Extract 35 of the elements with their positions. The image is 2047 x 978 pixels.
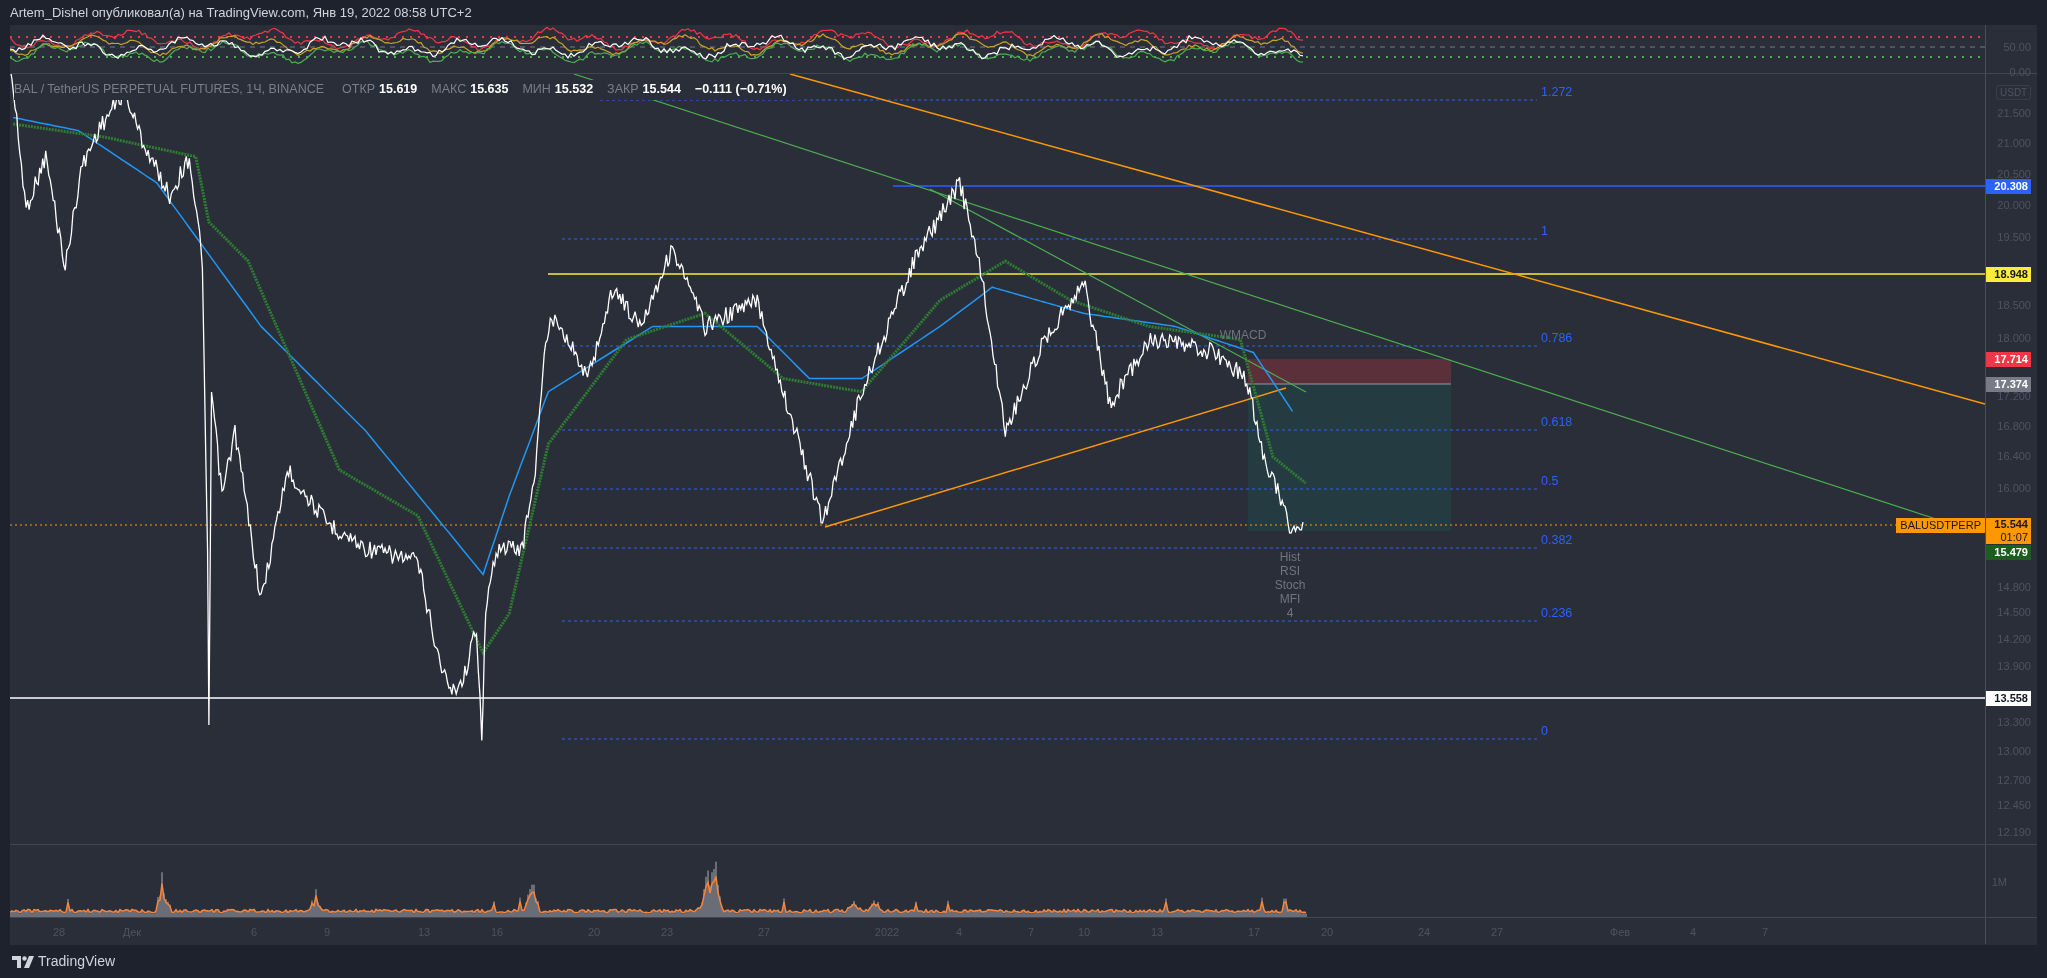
legend-value: 15.635: [470, 81, 509, 98]
legend-value: 15.544: [642, 81, 681, 98]
brand-name: TradingView: [38, 952, 116, 971]
legend-label: МИН: [522, 81, 551, 98]
logo-icon: [12, 954, 34, 969]
symbol-tag: BALUSDTPERP: [1896, 518, 1985, 533]
price-tag: 15.544 01:07: [1986, 518, 2031, 544]
indicator-label: Hist: [1279, 550, 1301, 564]
legend-value: 15.532: [554, 81, 594, 98]
legend-label: МАКС: [431, 81, 467, 98]
price-tag: 13.558: [1986, 691, 2031, 706]
indicator-label: Stoch: [1274, 578, 1306, 592]
fib-level-label: 0: [1541, 724, 1548, 738]
symbol-title: BAL / TetherUS PERPETUAL FUTURES, 1Ч, BINANCE: [14, 81, 325, 98]
price-tag: 20.308: [1986, 179, 2031, 194]
publish-info: Artem_Dishel опубликовал(а) на TradingView.com, Янв 19, 2022 08:58 UTC+2: [9, 4, 473, 22]
fib-level-label: 0.618: [1541, 415, 1573, 429]
fib-level-label: 1: [1541, 224, 1548, 238]
legend-label: ЗАКР: [607, 81, 639, 98]
fib-level-label: 0.786: [1541, 331, 1573, 345]
legend-value: 15.619: [379, 81, 418, 98]
price-change: −0.111 (−0.71%): [694, 81, 787, 98]
indicator-label: RSI: [1280, 564, 1300, 578]
fib-level-label: 0.236: [1541, 606, 1573, 620]
indicator-label: MFI: [1279, 592, 1301, 606]
indicator-label: 4: [1286, 606, 1294, 620]
fib-level-label: 0.382: [1541, 533, 1573, 547]
price-tag: 15.479: [1986, 545, 2031, 560]
legend-label: ОТКР: [342, 81, 376, 98]
indicator-label: WMACD: [1219, 328, 1267, 342]
price-tag: 17.374: [1986, 377, 2031, 392]
fib-level-label: 0.5: [1541, 474, 1559, 488]
price-tag: 18.948: [1986, 267, 2031, 282]
price-tag: 17.714: [1986, 352, 2031, 367]
fib-level-label: 1.272: [1541, 85, 1573, 99]
